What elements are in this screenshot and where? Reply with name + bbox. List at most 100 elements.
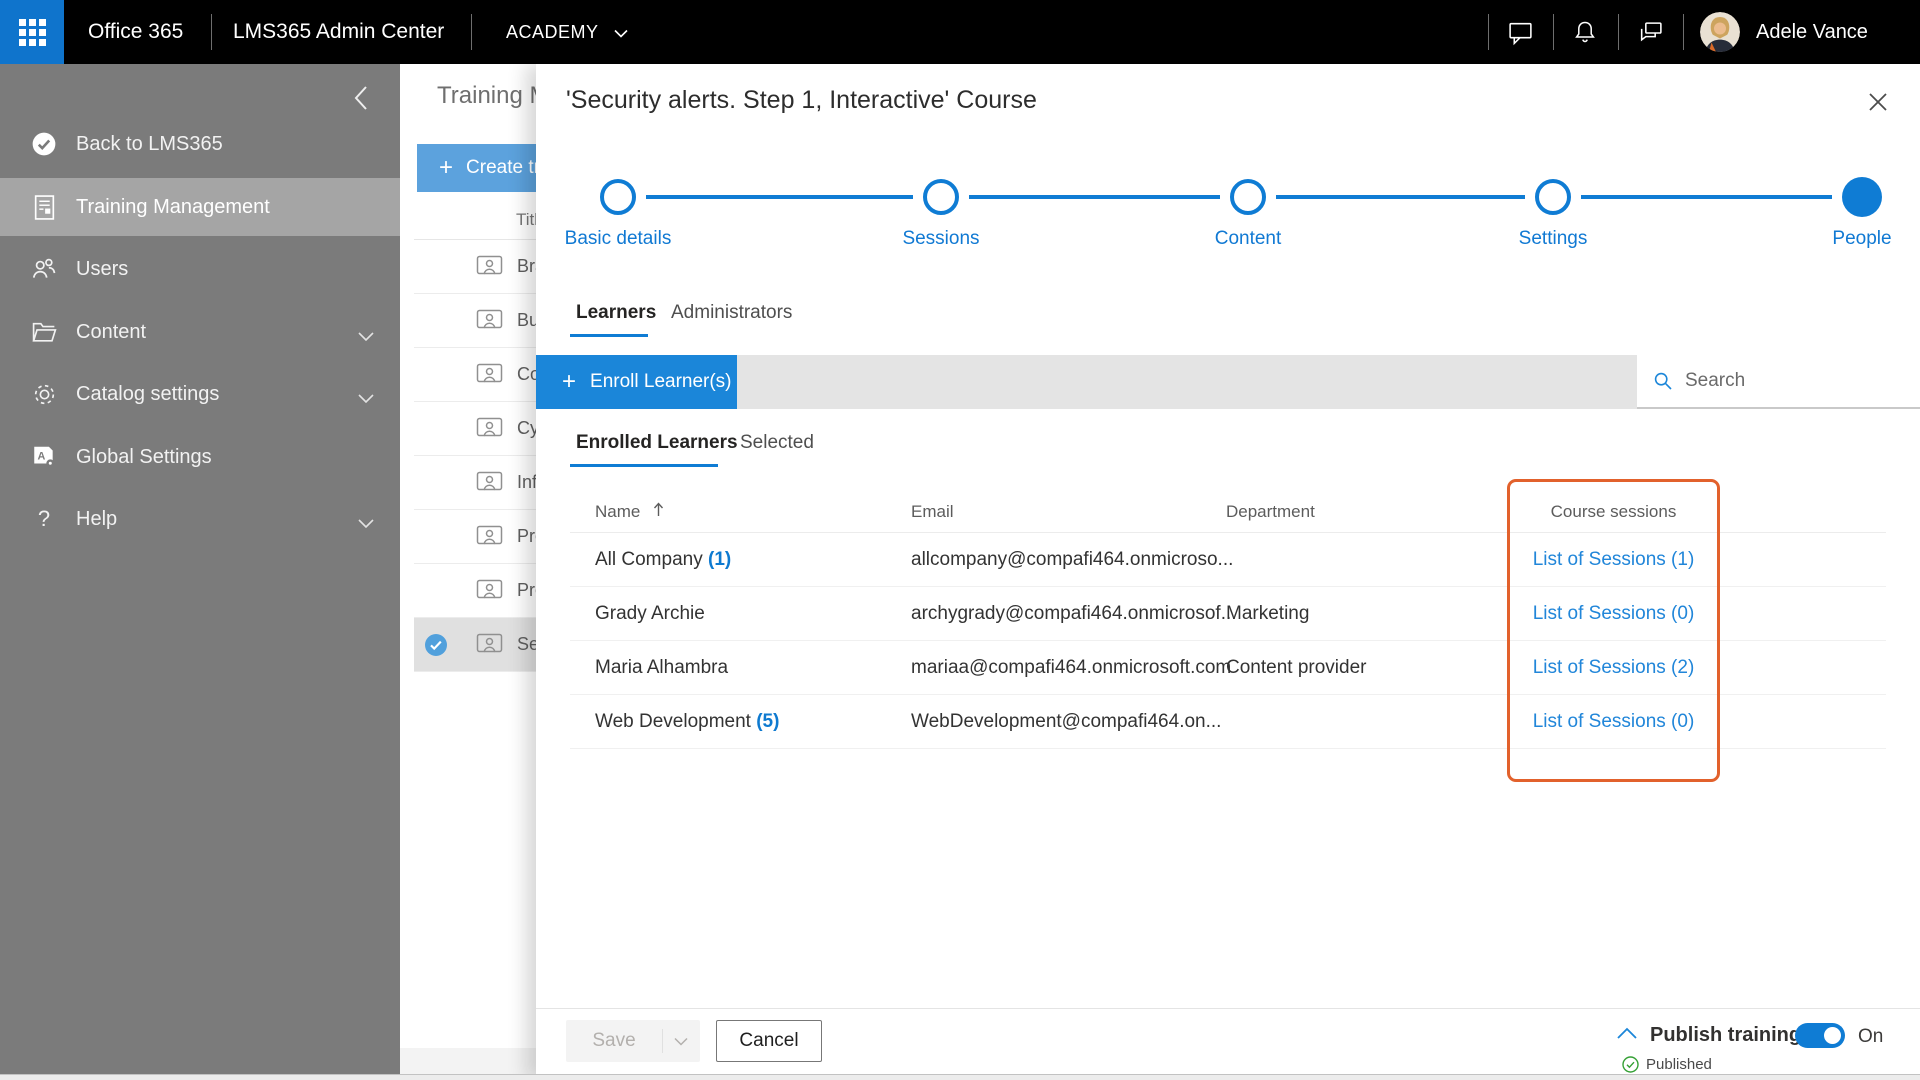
chevron-left-icon <box>354 86 367 110</box>
step-circle-basic-details[interactable] <box>600 179 636 215</box>
table-row: All Company (1) allcompany@compafi464.on… <box>570 533 1886 587</box>
active-tab-underline <box>570 334 648 337</box>
learner-email: mariaa@compafi464.onmicrosoft.com <box>911 657 1232 678</box>
column-header-email: Email <box>911 502 954 521</box>
list-of-sessions-link[interactable]: List of Sessions (0) <box>1533 603 1695 624</box>
list-of-sessions-link[interactable]: List of Sessions (1) <box>1533 549 1695 570</box>
step-label-content[interactable]: Content <box>1163 228 1333 250</box>
stepper-connector <box>1276 195 1525 199</box>
sidebar-item-global-settings[interactable]: A Global Settings <box>0 428 400 486</box>
footer-divider <box>536 1008 1920 1009</box>
topbar-divider <box>211 14 212 50</box>
list-of-sessions-link[interactable]: List of Sessions (2) <box>1533 657 1695 678</box>
sidebar-item-users[interactable]: Users <box>0 240 400 298</box>
subtab-enrolled-learners[interactable]: Enrolled Learners <box>576 432 738 454</box>
topbar-divider <box>1683 14 1684 50</box>
step-label-basic-details[interactable]: Basic details <box>533 228 703 250</box>
publish-toggle[interactable] <box>1795 1023 1845 1048</box>
chat-icon <box>1508 22 1532 45</box>
chevron-down-icon <box>614 29 628 38</box>
sidebar-item-back-to-lms365[interactable]: Back to LMS365 <box>0 115 400 173</box>
step-label-people[interactable]: People <box>1777 228 1920 250</box>
sidebar-item-catalog-settings[interactable]: Catalog settings <box>0 365 400 423</box>
close-icon <box>1869 93 1887 111</box>
learner-name: Grady Archie <box>595 603 705 624</box>
tenant-name: ACADEMY <box>506 22 599 42</box>
admin-center-title[interactable]: LMS365 Admin Center <box>233 0 444 64</box>
learner-email: WebDevelopment@compafi464.on... <box>911 711 1222 732</box>
chevron-down-icon <box>358 324 374 347</box>
user-name[interactable]: Adele Vance <box>1756 0 1868 64</box>
lms365-circle-check-icon <box>30 130 58 158</box>
group-count-link[interactable]: (5) <box>756 711 779 732</box>
topbar-divider <box>1618 14 1619 50</box>
chevron-down-icon <box>358 511 374 534</box>
enroll-learners-button[interactable]: + Enroll Learner(s) <box>536 355 737 409</box>
step-circle-sessions[interactable] <box>923 179 959 215</box>
sidebar-item-help[interactable]: ? Help <box>0 490 400 548</box>
published-check-icon <box>1622 1056 1639 1073</box>
folder-icon <box>30 318 58 346</box>
feedback-button[interactable] <box>1630 12 1670 52</box>
page-title-partial: Training M <box>437 82 550 109</box>
notifications-button[interactable] <box>1565 12 1605 52</box>
topbar-divider <box>1553 14 1554 50</box>
app-launcher-button[interactable] <box>0 0 64 64</box>
enroll-learners-label: Enroll Learner(s) <box>590 371 732 392</box>
sidebar-item-training-management[interactable]: Training Management <box>0 178 400 236</box>
subtab-selected[interactable]: Selected <box>740 432 814 454</box>
tab-administrators[interactable]: Administrators <box>671 302 792 324</box>
sidebar-collapse-button[interactable] <box>352 84 370 117</box>
list-of-sessions-link[interactable]: List of Sessions (0) <box>1533 711 1695 732</box>
avatar-photo <box>1700 12 1740 52</box>
tenant-selector[interactable]: ACADEMY <box>506 0 628 64</box>
search-input[interactable] <box>1685 370 1905 392</box>
sidebar-item-content[interactable]: Content <box>0 303 400 361</box>
save-options-button[interactable] <box>663 1037 699 1046</box>
learner-email: archygrady@compafi464.onmicrosof... <box>911 603 1237 624</box>
plus-icon: + <box>562 368 577 395</box>
training-document-icon <box>30 193 58 221</box>
learner-name: All Company (1) <box>595 549 732 570</box>
tab-learners[interactable]: Learners <box>576 302 656 324</box>
sidebar-item-label: Users <box>76 257 129 280</box>
course-badge-icon <box>476 525 503 548</box>
course-badge-icon <box>476 309 503 332</box>
save-button[interactable]: Save <box>566 1020 700 1062</box>
step-label-sessions[interactable]: Sessions <box>856 228 1026 250</box>
global-settings-icon: A <box>30 443 58 471</box>
row-title-partial: Inf <box>517 472 538 492</box>
step-circle-people-active[interactable] <box>1842 177 1882 217</box>
sidebar-item-label: Help <box>76 507 118 530</box>
chat-button[interactable] <box>1500 12 1540 52</box>
svg-text:A: A <box>38 451 46 463</box>
close-button[interactable] <box>1856 80 1900 124</box>
save-label: Save <box>592 1030 636 1051</box>
course-badge-icon <box>476 471 503 494</box>
step-circle-settings[interactable] <box>1535 179 1571 215</box>
chevron-down-icon <box>358 386 374 409</box>
column-header-name-label: Name <box>595 502 641 521</box>
search-box <box>1637 355 1920 409</box>
admin-sidebar: Back to LMS365 Training Management Users… <box>0 64 400 1080</box>
published-status-label: Published <box>1646 1056 1712 1073</box>
step-label-settings[interactable]: Settings <box>1468 228 1638 250</box>
column-header-title[interactable]: Titl <box>516 210 538 230</box>
course-badge-icon <box>476 579 503 602</box>
column-header-name[interactable]: Name <box>595 502 664 522</box>
learner-department: Content provider <box>1226 657 1367 678</box>
chevron-up-icon <box>1617 1027 1637 1039</box>
publish-training-label: Publish training <box>1650 1024 1802 1046</box>
chevron-down-icon <box>674 1037 688 1046</box>
table-row: Maria Alhambra mariaa@compafi464.onmicro… <box>570 641 1886 695</box>
cancel-button[interactable]: Cancel <box>716 1020 822 1062</box>
waffle-icon <box>18 18 46 46</box>
group-count-link[interactable]: (1) <box>708 549 731 570</box>
brand-office365[interactable]: Office 365 <box>88 0 183 64</box>
step-circle-content[interactable] <box>1230 179 1266 215</box>
publish-section-collapse-button[interactable] <box>1616 1026 1638 1046</box>
topbar-divider <box>471 14 472 50</box>
user-avatar[interactable] <box>1700 12 1740 52</box>
course-badge-icon <box>476 633 503 656</box>
toggle-state-label: On <box>1858 1026 1884 1047</box>
